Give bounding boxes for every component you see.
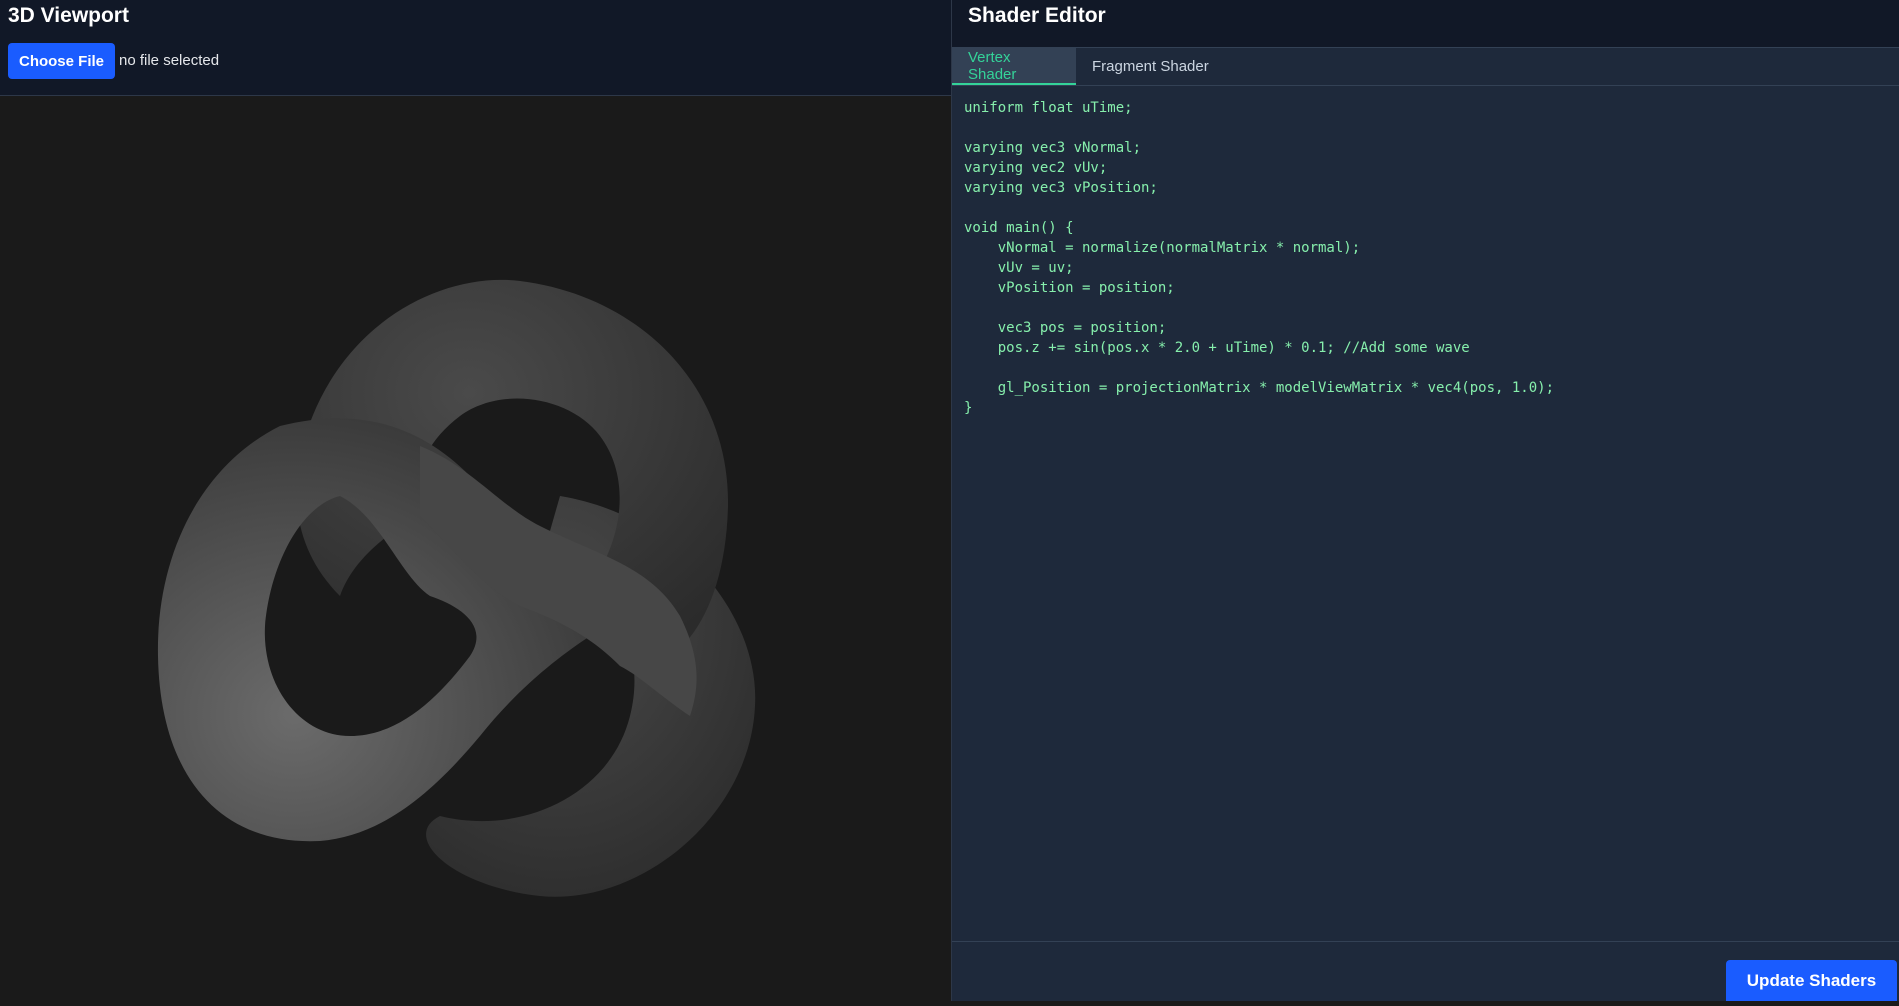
file-status-text: no file selected [119, 52, 220, 69]
editor-title: Shader Editor [968, 4, 1106, 27]
trefoil-knot-render [157, 279, 756, 897]
viewport-header: 3D Viewport Choose File no file selected [0, 0, 951, 96]
tab-fragment-shader[interactable]: Fragment Shader [1076, 48, 1225, 85]
shader-tab-bar: Vertex Shader Fragment Shader [952, 48, 1899, 86]
update-shaders-button[interactable]: Update Shaders [1726, 960, 1897, 1001]
shader-code-text[interactable]: uniform float uTime; varying vec3 vNorma… [952, 86, 1899, 430]
shader-editor-panel: Shader Editor Vertex Shader Fragment Sha… [952, 0, 1899, 1001]
editor-header: Shader Editor [952, 0, 1899, 48]
editor-footer: Update Shaders [952, 943, 1899, 1001]
viewport-panel: 3D Viewport Choose File no file selected [0, 0, 951, 1001]
tab-vertex-shader[interactable]: Vertex Shader [952, 48, 1076, 85]
shader-code-editor[interactable]: uniform float uTime; varying vec3 vNorma… [952, 86, 1899, 942]
viewport-title: 3D Viewport [8, 4, 129, 27]
viewport-canvas[interactable] [0, 96, 951, 1001]
knot-lobe-left [157, 418, 611, 842]
choose-file-button[interactable]: Choose File [8, 43, 115, 79]
